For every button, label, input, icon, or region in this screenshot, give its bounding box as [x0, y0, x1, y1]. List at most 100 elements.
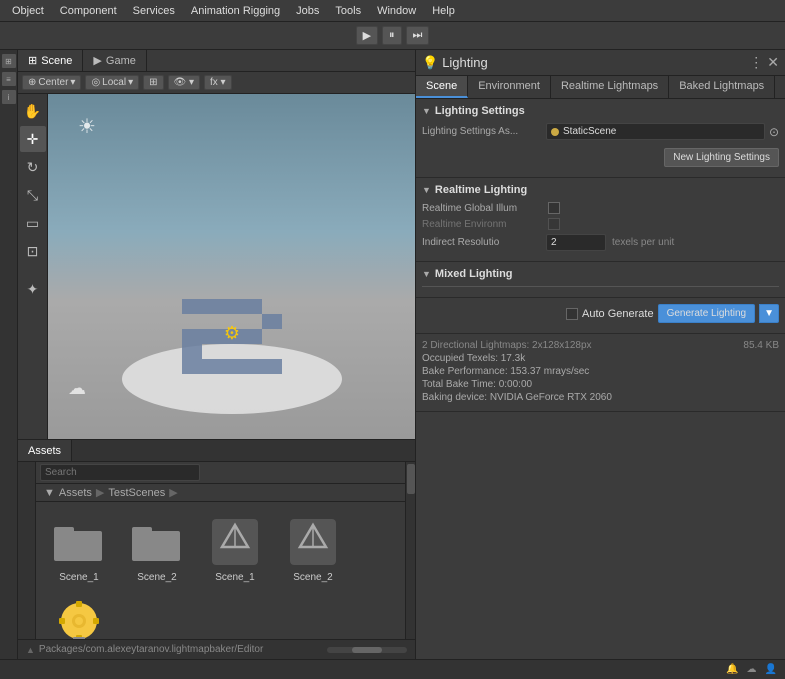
bottom-scroll[interactable]	[405, 462, 415, 639]
indirect-res-input[interactable]	[546, 234, 606, 251]
view-tabs: ⊞ Scene ▶ Game	[18, 50, 415, 72]
status-bar: 🔔 ☁ 👤	[0, 659, 785, 679]
scroll-thumb[interactable]	[407, 464, 415, 494]
lighting-settings-section: ▼ Lighting Settings Lighting Settings As…	[416, 99, 785, 178]
asset-picker-btn[interactable]: ⊙	[769, 125, 779, 139]
pause-button[interactable]: ⏸	[382, 26, 402, 45]
tab-game[interactable]: ▶ Game	[83, 50, 146, 71]
bottom-left-sidebar	[18, 462, 36, 639]
lighting-asset-label: Lighting Settings As...	[422, 126, 542, 137]
sidebar-icon-layer[interactable]: ≡	[2, 72, 16, 86]
folder-svg-1	[54, 521, 104, 563]
center-selector[interactable]: ⊕ Center ▾	[22, 75, 81, 90]
mixed-lighting-section: ▼ Mixed Lighting	[416, 262, 785, 298]
bottom-main: ▼ Assets ▶ TestScenes ▶	[18, 462, 415, 639]
rect-tool[interactable]: ▭	[20, 210, 46, 236]
status-collab-icon[interactable]: ☁	[747, 664, 757, 675]
new-lighting-btn[interactable]: New Lighting Settings	[664, 148, 779, 167]
breadcrumb-assets[interactable]: Assets	[59, 487, 92, 499]
hand-tool[interactable]: ✋	[20, 98, 46, 124]
status-account-icon[interactable]: 👤	[765, 664, 777, 675]
sidebar-icon-info[interactable]: i	[2, 90, 16, 104]
scene-tab-label: Scene	[41, 55, 72, 67]
mixed-divider	[422, 286, 779, 287]
mixed-header-label: Mixed Lighting	[435, 268, 513, 280]
fx-button[interactable]: fx ▾	[204, 75, 232, 90]
asset-scene2-unity[interactable]: Scene_2	[278, 510, 348, 587]
panel-close-btn[interactable]: ✕	[767, 54, 779, 71]
local-icon: ◎	[91, 77, 100, 88]
lighting-tabs: Scene Environment Realtime Lightmaps Bak…	[416, 76, 785, 99]
search-input[interactable]	[40, 464, 200, 481]
transform-tool[interactable]: ⊡	[20, 238, 46, 264]
breadcrumb-testscenes[interactable]: TestScenes	[108, 487, 165, 499]
stats-section: 2 Directional Lightmaps: 2x128x128px 85.…	[416, 334, 785, 412]
asset-scene2-folder[interactable]: Scene_2	[122, 510, 192, 587]
breadcrumb: ▼ Assets ▶ TestScenes ▶	[36, 484, 405, 502]
menu-services[interactable]: Services	[125, 3, 183, 19]
lighting-asset-value[interactable]: StaticScene	[546, 123, 765, 140]
menu-help[interactable]: Help	[424, 3, 463, 19]
realtime-lighting-section: ▼ Realtime Lighting Realtime Global Illu…	[416, 178, 785, 262]
step-button[interactable]: ⏭	[406, 26, 430, 45]
game-tab-icon: ▶	[93, 54, 101, 67]
packages-bar: ▲ Packages/com.alexeytaranov.lightmapbak…	[18, 639, 415, 659]
generate-lighting-btn[interactable]: Generate Lighting	[658, 304, 756, 323]
menu-window[interactable]: Window	[369, 3, 424, 19]
center-icon: ⊕	[28, 77, 36, 88]
status-notification-icon[interactable]: 🔔	[726, 664, 738, 675]
total-bake-time: Total Bake Time: 0:00:00	[422, 379, 779, 390]
menu-animation-rigging[interactable]: Animation Rigging	[183, 3, 288, 19]
breadcrumb-collapse[interactable]: ▼	[44, 487, 55, 499]
rotate-tool[interactable]: ↻	[20, 154, 46, 180]
realtime-header[interactable]: ▼ Realtime Lighting	[422, 184, 779, 196]
realtime-triangle: ▼	[422, 185, 431, 195]
unity-svg-2	[288, 517, 338, 567]
ltab-environment[interactable]: Environment	[468, 76, 551, 98]
realtime-environ-checkbox[interactable]	[548, 218, 560, 230]
packages-collapse-btn[interactable]: ▲	[26, 645, 35, 655]
bottom-content: ▼ Assets ▶ TestScenes ▶	[36, 462, 405, 639]
sidebar-icon-grid[interactable]: ⊞	[2, 54, 16, 68]
custom-tool[interactable]: ✦	[20, 276, 46, 302]
move-tool[interactable]: ✛	[20, 126, 46, 152]
menu-object[interactable]: Object	[4, 3, 52, 19]
mixed-header[interactable]: ▼ Mixed Lighting	[422, 268, 779, 280]
tab-scene[interactable]: ⊞ Scene	[18, 50, 83, 71]
play-button[interactable]: ▶	[356, 26, 378, 45]
folder-svg-2	[132, 521, 182, 563]
auto-generate-checkbox[interactable]	[566, 308, 578, 320]
render-mode-button[interactable]: 👁 ▾	[168, 75, 201, 90]
asset-scene1-folder[interactable]: Scene_1	[44, 510, 114, 587]
realtime-global-label: Realtime Global Illum	[422, 203, 542, 214]
ltab-realtime-lightmaps[interactable]: Realtime Lightmaps	[551, 76, 669, 98]
h-scroll-thumb[interactable]	[352, 647, 382, 653]
asset-scene1-unity[interactable]: Scene_1	[200, 510, 270, 587]
scene-3d: ☀	[48, 94, 415, 439]
panel-menu-btn[interactable]: ⋮	[749, 54, 763, 71]
ltab-scene[interactable]: Scene	[416, 76, 468, 98]
menu-jobs[interactable]: Jobs	[288, 3, 327, 19]
baking-device: Baking device: NVIDIA GeForce RTX 2060	[422, 392, 779, 403]
asset-staticscene[interactable]: StaticScene	[44, 595, 114, 639]
grid-button[interactable]: ⊞	[143, 75, 163, 90]
viewport[interactable]: ☀	[48, 94, 415, 439]
folder-icon-1	[51, 514, 107, 570]
ltab-baked-lightmaps[interactable]: Baked Lightmaps	[669, 76, 775, 98]
menu-tools[interactable]: Tools	[327, 3, 369, 19]
tab-assets[interactable]: Assets	[18, 440, 72, 461]
asset-name: StaticScene	[563, 126, 616, 137]
status-right: 🔔 ☁ 👤	[726, 664, 777, 675]
lightmap-size: 85.4 KB	[743, 340, 779, 351]
local-selector[interactable]: ◎ Local ▾	[85, 75, 139, 90]
settings-header-label: Lighting Settings	[435, 105, 525, 117]
lighting-asset-row: Lighting Settings As... StaticScene ⊙	[422, 123, 779, 140]
lighting-settings-header[interactable]: ▼ Lighting Settings	[422, 105, 779, 117]
menu-bar: Object Component Services Animation Rigg…	[0, 0, 785, 22]
generate-arrow-btn[interactable]: ▼	[759, 304, 779, 323]
main-toolbar: ▶ ⏸ ⏭	[0, 22, 785, 50]
scale-tool[interactable]: ⤡	[20, 182, 46, 208]
menu-component[interactable]: Component	[52, 3, 125, 19]
unity-icon-1	[207, 514, 263, 570]
realtime-global-checkbox[interactable]	[548, 202, 560, 214]
